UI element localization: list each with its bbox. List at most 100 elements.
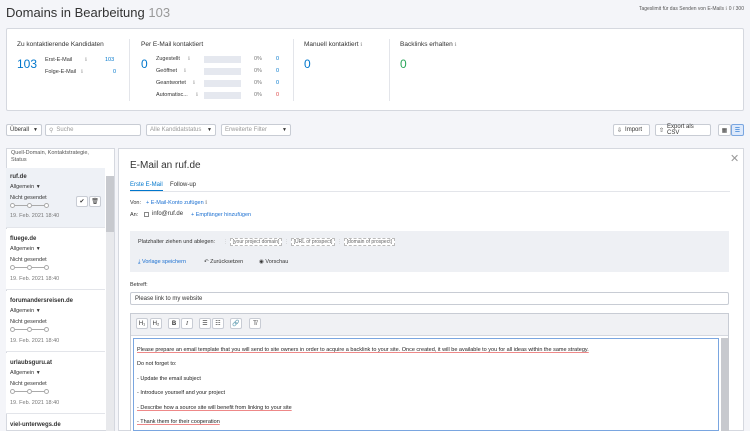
tab-followup[interactable]: Follow-up <box>170 182 196 188</box>
recipient-email: info@ruf.de <box>152 211 184 217</box>
reset-button[interactable]: ↶ Zurücksetzen <box>204 259 243 265</box>
stat-followup-value[interactable]: 0 <box>113 69 116 75</box>
daily-limit: Tageslimit für das Senden von E-Mails ℹ … <box>639 6 744 12</box>
strategy-value: Allgemein <box>10 184 35 190</box>
placeholder-chip-url[interactable]: ⋮ [URL of prospect] <box>284 238 336 246</box>
status-stepper <box>10 327 49 332</box>
export-label: Export als CSV <box>667 124 694 136</box>
stat-total-manual: 0 <box>304 57 311 71</box>
tab-first-email[interactable]: Erste E-Mail <box>130 182 163 188</box>
link-icon: 🔗 <box>232 321 240 327</box>
plus-icon: + <box>191 212 195 218</box>
add-recipient-link[interactable]: + Empfänger hinzufügen <box>191 212 251 218</box>
advanced-filter-value: Erweiterte Filter <box>225 127 268 133</box>
strategy-select[interactable]: Allgemein ▼ <box>10 308 41 314</box>
add-email-account-link[interactable]: + E-Mail-Konto zufügen ℹ <box>146 200 207 206</box>
status-stepper <box>10 389 49 394</box>
stat-followup-label: Folge-E-Mail <box>45 69 77 75</box>
placeholder-chip-text: [domain of prospect] <box>343 238 395 246</box>
step-line <box>15 391 27 392</box>
strategy-select[interactable]: Allgemein ▼ <box>10 184 41 190</box>
delete-button[interactable]: 🗑 <box>89 196 101 207</box>
bullet-list-button[interactable]: ☷ <box>212 318 224 329</box>
info-icon: ℹ <box>193 80 195 86</box>
search-placeholder: Suche <box>56 127 74 133</box>
stat-title-email: Per E-Mail kontaktiert <box>141 41 204 48</box>
stat-title-backlinks: Backlinks erhalten ℹ <box>400 41 456 48</box>
save-template-button[interactable]: ⤓ Vorlage speichern <box>138 259 186 266</box>
list-item-domain[interactable]: ruf.de <box>10 174 27 180</box>
list-item-domain[interactable]: forumandersreisen.de <box>10 298 73 304</box>
approve-button[interactable]: ✔ <box>76 196 88 207</box>
search-input[interactable]: ⚲ Suche <box>45 124 141 136</box>
stats-panel: Zu kontaktierende Kandidaten 103 Erst-E-… <box>6 28 744 111</box>
stat-row-value: 0 <box>276 68 280 74</box>
stat-row-bar <box>204 92 241 99</box>
recipient-checkbox[interactable] <box>144 212 149 217</box>
list-item-status: Nicht gesendet <box>10 257 47 263</box>
info-icon: ℹ <box>188 56 190 62</box>
stat-first-value[interactable]: 103 <box>105 57 114 63</box>
step-dot <box>44 203 49 208</box>
chevron-down-icon: ▼ <box>207 127 212 133</box>
close-icon[interactable]: ✕ <box>730 152 739 165</box>
list-item-domain[interactable]: fluege.de <box>10 236 36 242</box>
search-icon: ⚲ <box>49 127 54 134</box>
stat-row-bar <box>204 80 241 87</box>
stat-title-backlinks-text: Backlinks erhalten <box>400 41 453 48</box>
heading1-button[interactable]: H₁ <box>136 318 148 329</box>
strategy-select[interactable]: Allgemein ▼ <box>10 246 41 252</box>
ordered-list-button[interactable]: ☰ <box>199 318 211 329</box>
stat-title-manual-text: Manuell kontaktiert <box>304 41 359 48</box>
email-title: E-Mail an ruf.de <box>130 160 201 171</box>
list-item-date: 19. Feb. 2021 18:40 <box>10 213 60 219</box>
export-csv-button[interactable]: ⇧ Export als CSV <box>655 124 711 136</box>
body-line: - Thank them for their cooperation <box>137 419 220 425</box>
placeholder-chip-domain[interactable]: ⋮ [domain of prospect] <box>337 238 395 246</box>
italic-button[interactable]: I <box>181 318 193 329</box>
advanced-filter-select[interactable]: Erweiterte Filter ▼ <box>221 124 291 136</box>
stat-row-bar <box>204 56 241 63</box>
chevron-down-icon: ▼ <box>35 308 41 314</box>
link-button[interactable]: 🔗 <box>230 318 242 329</box>
template-toolbar <box>130 231 729 272</box>
status-filter-select[interactable]: Alle Kandidatstatus ▼ <box>146 124 216 136</box>
preview-text: Vorschau <box>265 259 289 265</box>
subject-input[interactable]: Please link to my website <box>130 292 729 305</box>
editor-scrollbar[interactable] <box>721 338 729 431</box>
info-icon: ℹ <box>725 6 728 12</box>
step-line <box>32 205 44 206</box>
body-line: - Describe how a source site will benefi… <box>137 405 292 411</box>
preview-button[interactable]: ◉ Vorschau <box>259 259 288 265</box>
placeholder-chip-text: [your project domain] <box>229 238 283 246</box>
export-icon: ⇧ <box>659 127 665 134</box>
strategy-select[interactable]: Allgemein ▼ <box>10 370 41 376</box>
add-recipient-text: Empfänger hinzufügen <box>195 212 252 218</box>
bold-button[interactable]: B <box>168 318 180 329</box>
import-button[interactable]: ⇩ Import <box>613 124 650 136</box>
list-header: Quell-Domain, Kontaktstrategie, Status <box>11 150 89 163</box>
to-label: An: <box>130 212 139 218</box>
eye-icon: ◉ <box>259 259 264 265</box>
from-label: Von: <box>130 200 142 206</box>
stat-row-label: Geantwortet <box>156 80 186 86</box>
info-icon: ℹ <box>196 92 198 98</box>
list-scrollbar-thumb[interactable] <box>106 176 114 232</box>
step-line <box>15 329 27 330</box>
heading2-button[interactable]: H₂ <box>150 318 162 329</box>
clear-format-icon: T̸ <box>253 320 257 327</box>
page-title: Domains in Bearbeitung 103 <box>6 5 170 20</box>
chevron-down-icon: ▼ <box>282 127 287 133</box>
table-view-button[interactable]: ▦ <box>718 124 731 136</box>
list-item-domain[interactable]: urlaubsguru.at <box>10 360 52 366</box>
split-view-button[interactable]: ☰ <box>731 124 744 136</box>
body-line: Do not forget to: <box>137 361 177 367</box>
clear-format-button[interactable]: T̸ <box>249 318 261 329</box>
list-item-domain[interactable]: viel-unterwegs.de <box>10 422 61 428</box>
info-icon: ℹ <box>81 69 83 75</box>
placeholder-chip-project[interactable]: ⋮ [your project domain] <box>223 238 283 246</box>
scope-select[interactable]: Überall ▼ <box>6 124 42 136</box>
step-dot <box>44 389 49 394</box>
stat-row-label: Zugestellt <box>156 56 180 62</box>
page-title-text: Domains in Bearbeitung <box>6 5 145 20</box>
